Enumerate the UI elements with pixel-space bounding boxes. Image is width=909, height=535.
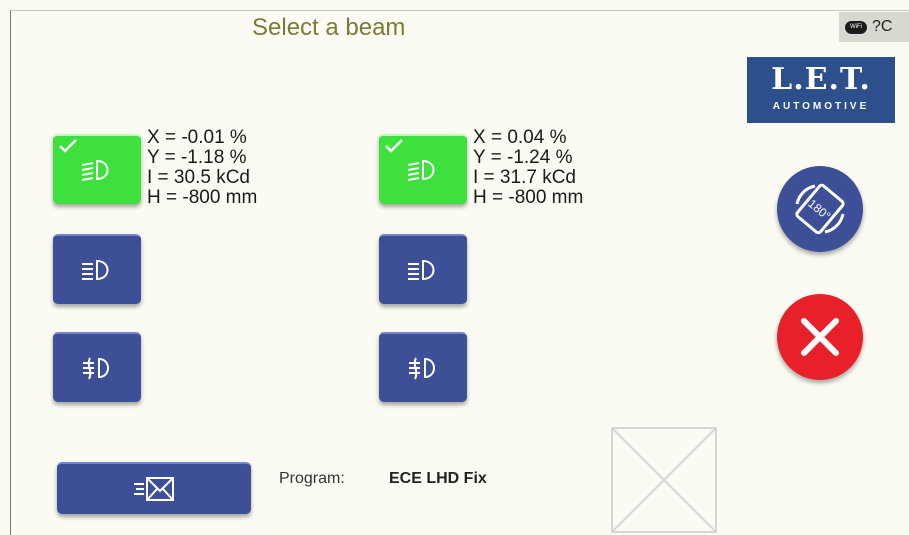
low-beam-icon — [407, 159, 435, 181]
status-area: WiFi ?C — [839, 12, 909, 42]
right-fog-light-button[interactable] — [379, 332, 467, 402]
rotate-180-button[interactable]: 180° — [777, 166, 863, 252]
right-i-value: I = 31.7 kCd — [473, 167, 576, 188]
fog-light-icon — [409, 357, 435, 380]
logo-line1: L.E.T. — [771, 62, 871, 97]
help-indicator[interactable]: ?C — [872, 18, 892, 36]
fog-light-icon — [83, 357, 109, 380]
close-icon — [801, 318, 839, 356]
left-y-value: Y = -1.18 % — [147, 147, 247, 168]
left-i-value: I = 30.5 kCd — [147, 167, 250, 188]
checkmark-icon — [385, 139, 403, 153]
wifi-icon: WiFi — [845, 20, 867, 34]
left-fog-light-button[interactable] — [53, 332, 141, 402]
left-readout: X = -0.01 % Y = -1.18 % I = 30.5 kCd H = -8… — [147, 128, 257, 208]
left-low-beam-button[interactable] — [53, 134, 141, 204]
left-x-value: X = -0.01 % — [147, 127, 247, 148]
high-beam-icon — [82, 259, 109, 281]
cancel-button[interactable] — [777, 294, 863, 380]
program-label: Program: — [279, 470, 345, 487]
right-low-beam-button[interactable] — [379, 134, 467, 204]
send-button[interactable] — [57, 462, 251, 514]
high-beam-icon — [408, 259, 435, 281]
left-h-value: H = -800 mm — [147, 187, 258, 208]
empty-image-placeholder — [611, 427, 717, 533]
right-h-value: H = -800 mm — [473, 187, 584, 208]
rotate-180-icon: 180° — [795, 183, 845, 235]
send-mail-icon — [134, 477, 174, 501]
right-y-value: Y = -1.24 % — [473, 147, 573, 168]
checkmark-icon — [59, 139, 77, 153]
program-value: ECE LHD Fix — [389, 470, 487, 487]
let-automotive-logo: L.E.T. AUTOMOTIVE — [747, 57, 895, 123]
low-beam-icon — [81, 159, 109, 181]
left-high-beam-button[interactable] — [53, 234, 141, 304]
right-high-beam-button[interactable] — [379, 234, 467, 304]
page-title: Select a beam — [252, 14, 406, 41]
logo-line2: AUTOMOTIVE — [772, 101, 870, 112]
right-readout: X = 0.04 % Y = -1.24 % I = 31.7 kCd H = -80… — [473, 128, 583, 208]
right-x-value: X = 0.04 % — [473, 127, 567, 148]
